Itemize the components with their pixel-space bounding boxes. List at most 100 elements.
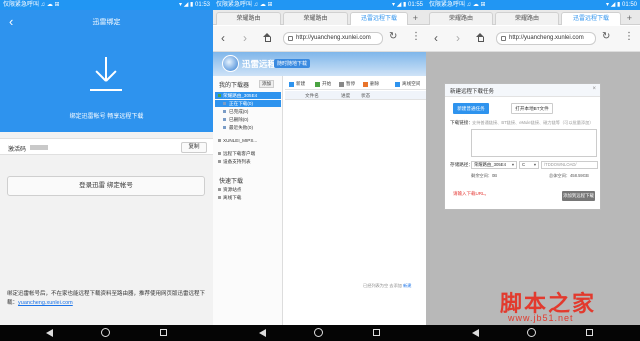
android-nav-bar: [426, 325, 640, 341]
copy-button[interactable]: 复制: [181, 142, 207, 153]
nav-home-icon[interactable]: [101, 328, 110, 337]
toolbar-label: 新建: [296, 81, 306, 86]
start-button[interactable]: 开始: [315, 80, 331, 88]
cloud-icon: [395, 82, 400, 87]
nav-back-icon[interactable]: [46, 329, 53, 337]
sidebar-item-completed[interactable]: 已完成(0): [215, 108, 281, 115]
browser-tab-active[interactable]: 迅雷远程下载: [350, 12, 408, 25]
bind-description: 绑定迅雷帐号 畅享远程下载: [69, 114, 144, 120]
sidebar-item-failed[interactable]: 最近失败(0): [215, 124, 281, 131]
sidebar-item-client[interactable]: 远程下载客户端: [215, 150, 281, 157]
new-tab-icon[interactable]: +: [413, 12, 418, 24]
deleted-icon: [223, 118, 226, 121]
browser-home-icon[interactable]: [263, 33, 272, 42]
save-path-value: /TDDOWNLOAD/: [544, 162, 577, 167]
browser-tab-1[interactable]: 荣耀路由: [429, 12, 493, 25]
toolbar-label: 离线空间: [402, 81, 421, 86]
screenshot-triptych: 仅限紧急呼叫 ♫ ☁ ⊞ ▾ ◢ ▮ 01:53 ‹ 迅雷绑定 绑定迅雷帐号 畅…: [0, 0, 640, 341]
completed-icon: [223, 110, 226, 113]
reload-icon[interactable]: ↻: [602, 31, 610, 43]
download-link-textarea[interactable]: [471, 129, 597, 157]
reload-icon[interactable]: ↻: [389, 31, 397, 43]
tab-label: 迅雷远程下载: [360, 16, 397, 22]
nav-back-icon[interactable]: [259, 329, 266, 337]
browser-tab-2[interactable]: 荣耀路由: [283, 12, 348, 25]
page-title: 迅雷绑定: [92, 19, 121, 26]
browser-forward-icon[interactable]: ›: [243, 32, 247, 44]
browser-tab-active[interactable]: 迅雷远程下载: [561, 12, 621, 25]
url-input[interactable]: http://yuancheng.xunlei.com: [283, 32, 383, 45]
column-header-status: 状态: [361, 93, 371, 98]
sidebar-item-resources[interactable]: 资源站点: [215, 186, 281, 193]
downloader-sidebar: 我的下载器 添加 荣耀路由_305E4 正在下载(0) 已完成(0) 已删除(0…: [213, 76, 283, 325]
page-info-icon: [501, 36, 506, 41]
sidebar-device-router[interactable]: 荣耀路由_305E4: [215, 92, 281, 99]
task-table-header: 文件名 进度 状态: [285, 91, 426, 100]
device-select[interactable]: 荣耀路由_305E4 ▾: [471, 161, 517, 169]
menu-icon[interactable]: ⋮: [411, 31, 421, 43]
add-remote-download-button[interactable]: 添加到远程下载: [562, 191, 595, 201]
xunlei-logo-icon: [222, 55, 239, 72]
page-info-icon: [288, 36, 293, 41]
browser-home-icon[interactable]: [476, 33, 485, 42]
partition-select[interactable]: C ▾: [519, 161, 539, 169]
browser-back-icon[interactable]: ‹: [221, 32, 225, 44]
sidebar-item-supported-devices[interactable]: 设备支持列表: [215, 158, 281, 165]
tab-label: 荣耀路由: [448, 16, 473, 22]
device-icon: [218, 139, 221, 142]
free-space-label: 剩余空间：0B: [471, 173, 498, 178]
item-label: 已删除(0): [229, 117, 249, 122]
new-task-dialog: 新建远程下载任务 × 新建普通任务 打开本地BT文件 下载链接： 支持普通链接、…: [444, 83, 601, 210]
xunlei-web-panel: 仅限紧急呼叫 ♫ ☁ ⊞ ▾ ◢ ▮ 01:55 荣耀路由 荣耀路由 迅雷远程下…: [213, 0, 426, 341]
item-label: 最近失败(0): [229, 125, 253, 130]
sidebar-item-downloading[interactable]: 正在下载(0): [215, 100, 281, 107]
nav-recent-icon[interactable]: [160, 329, 167, 336]
task-toolbar: 新建 开始 暂停 删除 离线空间: [285, 78, 426, 90]
sidebar-device-second[interactable]: XUNLEI_MIPS...: [215, 137, 281, 144]
new-icon: [289, 82, 294, 87]
nav-home-icon[interactable]: [314, 328, 323, 337]
save-path-label: 存储路径：: [450, 162, 473, 167]
sidebar-title: 我的下载器: [219, 83, 250, 89]
item-label: 设备支持列表: [223, 159, 251, 164]
bind-panel: 仅限紧急呼叫 ♫ ☁ ⊞ ▾ ◢ ▮ 01:53 ‹ 迅雷绑定 绑定迅雷帐号 畅…: [0, 0, 213, 341]
dialog-header: 新建远程下载任务 ×: [445, 84, 600, 97]
android-nav-bar: [213, 325, 426, 341]
bind-account-button[interactable]: 登录迅雷 绑定帐号: [7, 176, 205, 196]
nav-back-icon[interactable]: [472, 329, 479, 337]
column-header-progress: 进度: [341, 93, 351, 98]
browser-tab-2[interactable]: 荣耀路由: [495, 12, 559, 25]
nav-home-icon[interactable]: [527, 328, 536, 337]
browser-url-bar: ‹ › http://yuancheng.xunlei.com ↻ ⋮: [213, 26, 426, 52]
footer-link[interactable]: yuancheng.xunlei.com: [18, 300, 73, 306]
new-tab-icon[interactable]: +: [627, 12, 632, 24]
toolbar-label: 暂停: [346, 81, 356, 86]
tab-label: 荣耀路由: [236, 16, 261, 22]
save-path-input[interactable]: /TDDOWNLOAD/: [541, 161, 598, 169]
browser-back-icon[interactable]: ‹: [434, 32, 438, 44]
url-text: http://yuancheng.xunlei.com: [509, 35, 584, 41]
url-required-warning: 请输入下载URL。: [453, 191, 490, 196]
watermark: 脚本之家 www.jb51.net: [500, 286, 636, 326]
sidebar-item-deleted[interactable]: 已删除(0): [215, 116, 281, 123]
tab-open-bt-file[interactable]: 打开本地BT文件: [511, 103, 553, 114]
tab-new-normal-task[interactable]: 新建普通任务: [453, 103, 489, 114]
browser-tab-1[interactable]: 荣耀路由: [216, 12, 281, 25]
failed-icon: [223, 126, 226, 129]
offline-space-button[interactable]: 离线空间: [395, 80, 420, 88]
menu-icon[interactable]: ⋮: [624, 31, 634, 43]
empty-list-new-link[interactable]: 新建: [403, 283, 411, 288]
pause-button[interactable]: 暂停: [339, 80, 355, 88]
sidebar-item-offline[interactable]: 离线下载: [215, 194, 281, 201]
bind-footer-note: 绑定迅雷帐号后，不在家也能远程下载资料至路由器，推荐使用网页版迅雷远程下载：yu…: [7, 290, 207, 308]
new-task-button[interactable]: 新建: [289, 80, 305, 88]
browser-forward-icon[interactable]: ›: [456, 32, 460, 44]
add-downloader-button[interactable]: 添加: [259, 80, 274, 88]
nav-recent-icon[interactable]: [373, 329, 380, 336]
downloading-icon: [223, 102, 226, 105]
resource-icon: [218, 188, 221, 191]
nav-recent-icon[interactable]: [586, 329, 593, 336]
delete-button[interactable]: 删除: [363, 80, 379, 88]
close-icon[interactable]: ×: [592, 86, 596, 92]
url-input[interactable]: http://yuancheng.xunlei.com: [496, 32, 596, 45]
